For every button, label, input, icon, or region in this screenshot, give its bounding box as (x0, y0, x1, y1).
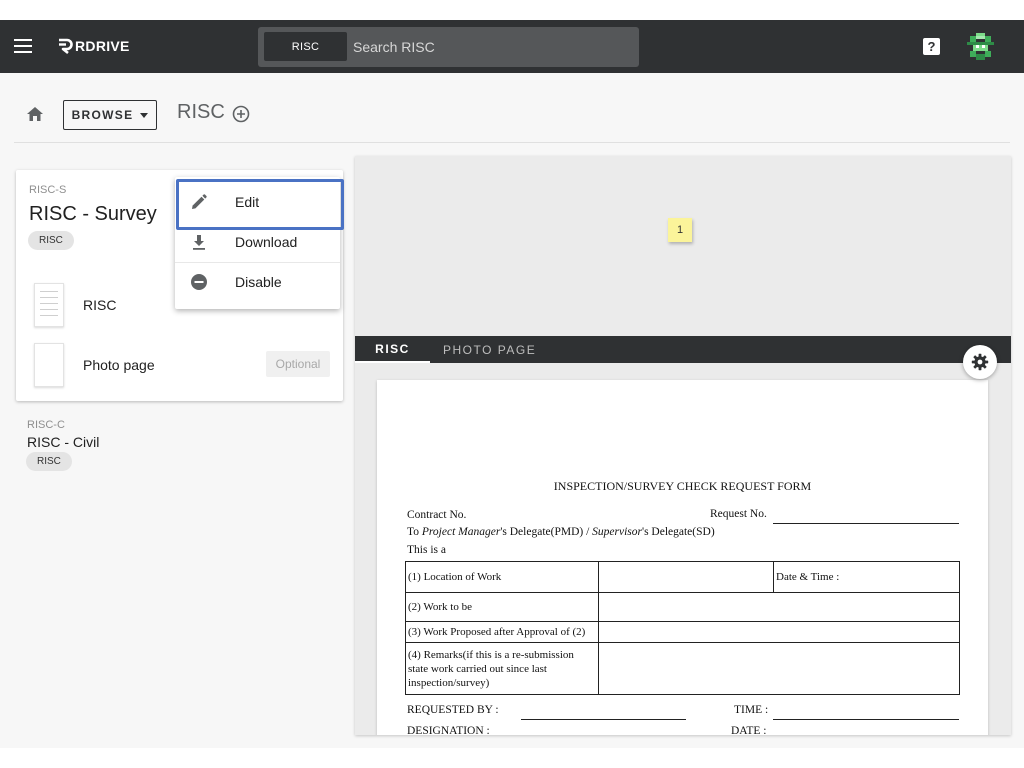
sticky-note[interactable]: 1 (668, 218, 692, 242)
document-page: INSPECTION/SURVEY CHECK REQUEST FORM Con… (377, 380, 988, 735)
table-cell: (4) Remarks(if this is a re-submission s… (405, 642, 599, 695)
designation-label: DESIGNATION : (407, 725, 490, 735)
menu-item-label: Disable (235, 274, 282, 290)
to-end: 's Delegate(SD) (642, 526, 715, 538)
table-cell: (1) Location of Work (405, 561, 599, 593)
help-icon[interactable]: ? (923, 38, 940, 55)
breadcrumb: BROWSE RISC (0, 73, 1024, 143)
add-circle-icon[interactable] (232, 105, 250, 123)
menu-item-disable[interactable]: Disable (175, 262, 340, 302)
search-scope-chip[interactable]: RISC (264, 32, 347, 61)
time-line (773, 719, 959, 720)
time-label: TIME : (734, 704, 769, 716)
search-bar: RISC (258, 27, 639, 67)
table-cell (598, 642, 960, 695)
document-viewer: 1 RISC PHOTO PAGE INSPECTION/SURVEY CHEC… (355, 156, 1011, 735)
tab-risc[interactable]: RISC (355, 336, 430, 363)
page-title: RISC (177, 101, 225, 123)
logo[interactable]: RDRIVE (56, 35, 130, 57)
menu-item-edit[interactable]: Edit (175, 182, 340, 222)
file-name: Photo page (83, 357, 155, 373)
app-window: RDRIVE RISC ? BROWSE RISC (0, 20, 1024, 748)
request-label: Request No. (710, 508, 767, 520)
supervisor-text: Supervisor (592, 526, 642, 538)
contract-label: Contract No. (407, 509, 467, 521)
table-row: (4) Remarks(if this is a re-submission s… (405, 642, 960, 695)
table-row: (3) Work Proposed after Approval of (2) (405, 621, 960, 643)
document-thumbnail (34, 343, 64, 387)
table-row: (1) Location of Work Date & Time : (405, 561, 960, 593)
table-cell: (2) Work to be (405, 592, 599, 622)
tab-bar: RISC PHOTO PAGE (355, 336, 1011, 363)
table-cell (598, 621, 960, 643)
rdrive-logo-icon (59, 38, 73, 55)
file-row-photo-page[interactable]: Photo page Optional (16, 343, 343, 391)
to-mid: 's Delegate(PMD) / (500, 526, 593, 538)
file-name: RISC (83, 297, 117, 313)
download-icon (193, 235, 205, 250)
table-row: (2) Work to be (405, 592, 960, 622)
settings-button[interactable] (963, 345, 997, 379)
context-menu: Edit Download Disable (175, 177, 340, 309)
gear-icon (971, 353, 989, 371)
menu-item-download[interactable]: Download (175, 222, 340, 262)
this-is-a-text: This is a (407, 544, 446, 556)
request-no-line (773, 523, 959, 524)
table-cell (598, 561, 774, 593)
date-label: DATE : (731, 725, 767, 735)
table-cell: Date & Time : (773, 561, 960, 593)
requested-by-line (521, 719, 686, 720)
menu-item-label: Download (235, 234, 298, 250)
item-title: RISC - Civil (27, 434, 100, 450)
edit-icon (192, 194, 207, 209)
search-input[interactable] (353, 37, 623, 57)
optional-button[interactable]: Optional (266, 351, 330, 377)
divider (14, 142, 1010, 143)
tag-chip: RISC (26, 452, 72, 471)
to-prefix: To (407, 526, 419, 538)
form-title: INSPECTION/SURVEY CHECK REQUEST FORM (553, 479, 812, 493)
tab-photo-page[interactable]: PHOTO PAGE (443, 336, 536, 363)
table-cell (598, 592, 960, 622)
addressee-line: To Project Manager's Delegate(PMD) / Sup… (407, 526, 715, 538)
risc-civil-item[interactable]: RISC-C RISC - Civil RISC (16, 414, 343, 474)
requested-by-label: REQUESTED BY : (407, 704, 499, 716)
tag-chip: RISC (28, 231, 74, 250)
form-table: (1) Location of Work Date & Time : (2) W… (405, 561, 960, 695)
home-icon[interactable] (26, 106, 44, 122)
card-title: RISC - Survey (29, 203, 157, 225)
table-cell: (3) Work Proposed after Approval of (2) (405, 621, 599, 643)
top-bar: RDRIVE RISC ? (0, 20, 1024, 73)
logo-text: RDRIVE (75, 38, 130, 54)
disable-icon (191, 274, 207, 290)
item-code: RISC-C (27, 419, 65, 431)
avatar[interactable] (967, 33, 994, 60)
browse-label: BROWSE (71, 108, 134, 122)
document-thumbnail (34, 283, 64, 327)
menu-icon[interactable] (14, 39, 32, 53)
project-manager-text: Project Manager (421, 526, 501, 538)
menu-item-label: Edit (235, 194, 260, 210)
card-code: RISC-S (29, 184, 67, 196)
browse-button[interactable]: BROWSE (63, 100, 157, 130)
chevron-down-icon (140, 112, 149, 118)
